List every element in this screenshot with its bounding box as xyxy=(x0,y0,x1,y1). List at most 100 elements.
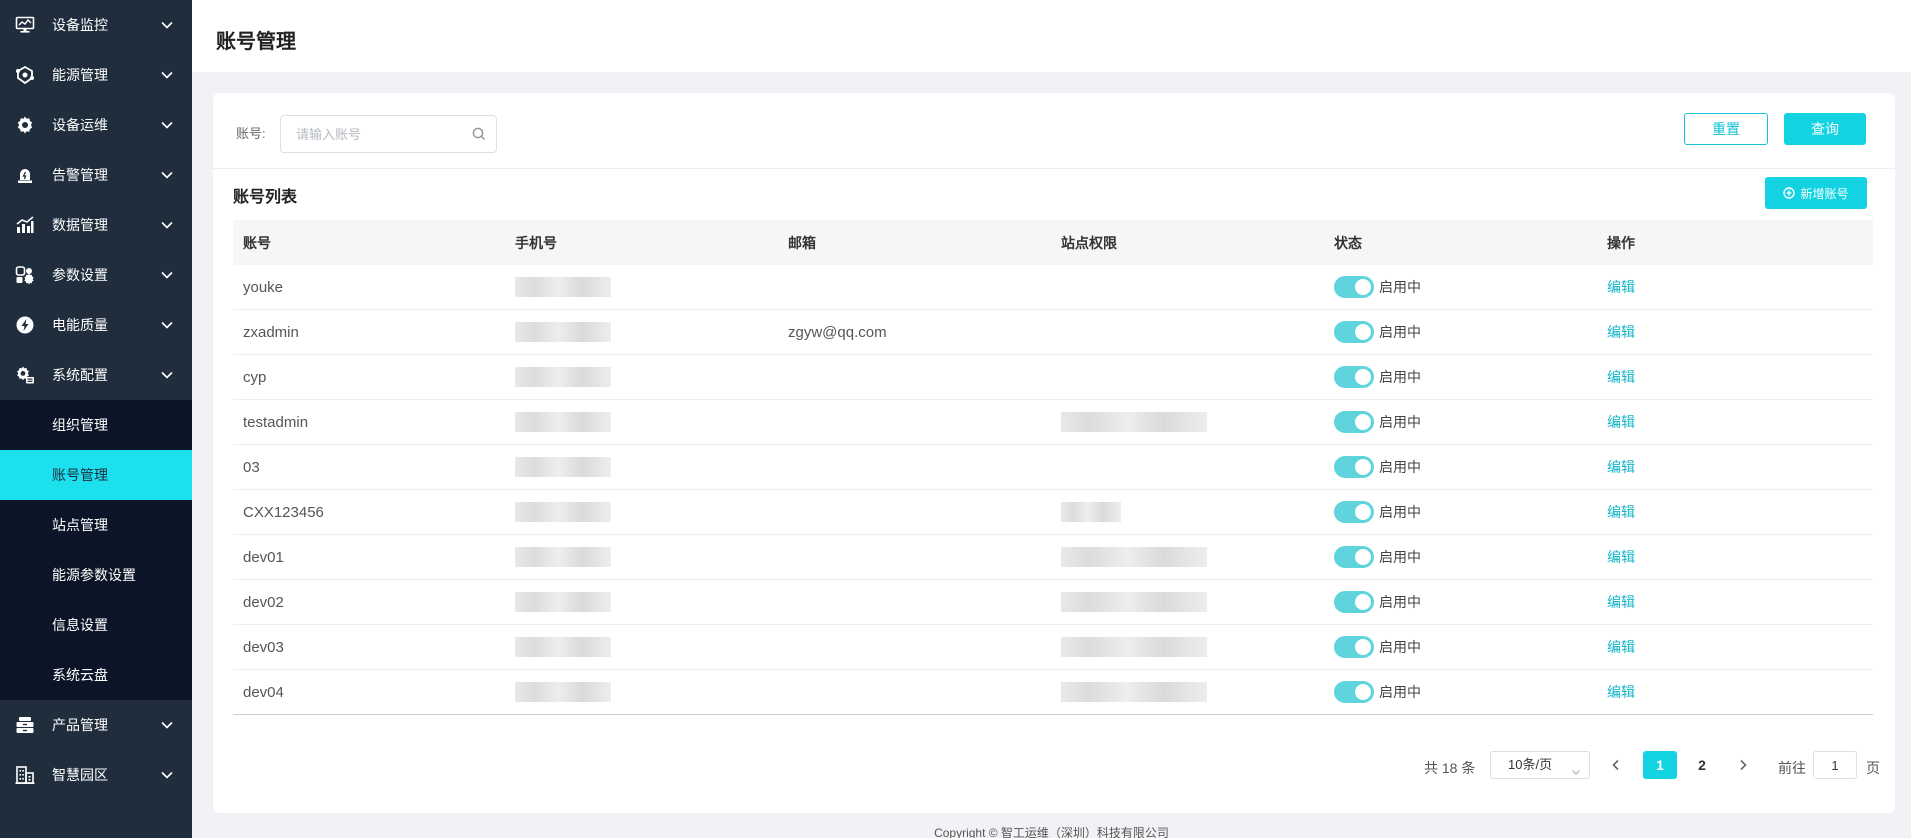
chevron-down-icon xyxy=(160,118,174,132)
edit-link[interactable]: 编辑 xyxy=(1607,369,1635,385)
toggle-knob xyxy=(1355,504,1371,520)
menu-item-energy-management[interactable]: 能源管理 xyxy=(0,50,192,100)
prev-page-button[interactable] xyxy=(1609,758,1623,772)
status-toggle[interactable] xyxy=(1334,276,1374,298)
toggle-knob xyxy=(1355,684,1371,700)
account-search-input[interactable] xyxy=(281,116,461,152)
menu-item-label: 设备监控 xyxy=(52,17,108,33)
system-config-icon xyxy=(14,364,36,386)
account-cell: dev02 xyxy=(243,593,284,611)
status-toggle[interactable] xyxy=(1334,456,1374,478)
submenu-item-site[interactable]: 站点管理 xyxy=(0,500,192,550)
menu-item-data-management[interactable]: 数据管理 xyxy=(0,200,192,250)
edit-link[interactable]: 编辑 xyxy=(1607,594,1635,610)
goto-label: 前往 xyxy=(1778,760,1806,776)
site-permission-cell xyxy=(1053,412,1326,432)
toggle-knob xyxy=(1355,279,1371,295)
page-size-select[interactable]: 10条/页 xyxy=(1490,751,1590,779)
submenu-item-cloud-disk[interactable]: 系统云盘 xyxy=(0,650,192,700)
reset-button[interactable]: 重置 xyxy=(1684,113,1768,145)
add-account-button[interactable]: 新增账号 xyxy=(1765,177,1867,209)
status-toggle[interactable] xyxy=(1334,321,1374,343)
account-cell: dev04 xyxy=(243,683,284,701)
edit-link[interactable]: 编辑 xyxy=(1607,324,1635,340)
status-cell: 启用中 xyxy=(1326,501,1599,523)
menu-item-label: 电能质量 xyxy=(52,317,108,333)
edit-link[interactable]: 编辑 xyxy=(1607,684,1635,700)
action-cell: 编辑 xyxy=(1599,412,1873,432)
table-row: dev04 启用中 编辑 xyxy=(233,670,1873,715)
chart-icon xyxy=(14,214,36,236)
edit-link[interactable]: 编辑 xyxy=(1607,639,1635,655)
status-cell: 启用中 xyxy=(1326,681,1599,703)
submenu-item-info-settings[interactable]: 信息设置 xyxy=(0,600,192,650)
submenu-item-organization[interactable]: 组织管理 xyxy=(0,400,192,450)
search-icon[interactable] xyxy=(472,127,486,141)
column-header-action: 操作 xyxy=(1607,234,1635,251)
edit-link[interactable]: 编辑 xyxy=(1607,414,1635,430)
table-header: 账号 手机号 邮箱 站点权限 状态 操作 xyxy=(233,220,1873,265)
energy-icon xyxy=(14,64,36,86)
status-toggle[interactable] xyxy=(1334,591,1374,613)
status-toggle[interactable] xyxy=(1334,411,1374,433)
status-text: 启用中 xyxy=(1379,594,1421,610)
site-permission-cell xyxy=(1053,682,1326,702)
chevron-down-icon xyxy=(160,318,174,332)
menu-item-alarm-management[interactable]: 告警管理 xyxy=(0,150,192,200)
menu-item-label: 产品管理 xyxy=(52,717,108,733)
phone-cell xyxy=(507,547,780,567)
action-cell: 编辑 xyxy=(1599,502,1873,522)
chevron-down-icon xyxy=(160,268,174,282)
monitor-icon xyxy=(14,14,36,36)
site-permission-cell xyxy=(1053,592,1326,612)
building-icon xyxy=(14,764,36,786)
chevron-down-icon xyxy=(160,768,174,782)
edit-link[interactable]: 编辑 xyxy=(1607,504,1635,520)
goto-page-input[interactable] xyxy=(1813,751,1857,779)
menu-item-parameter-settings[interactable]: 参数设置 xyxy=(0,250,192,300)
account-cell: zxadmin xyxy=(243,323,299,341)
account-filter-label: 账号: xyxy=(236,126,266,141)
account-search-box[interactable] xyxy=(280,115,497,153)
status-cell: 启用中 xyxy=(1326,366,1599,388)
edit-link[interactable]: 编辑 xyxy=(1607,459,1635,475)
status-toggle[interactable] xyxy=(1334,636,1374,658)
table-row: testadmin 启用中 编辑 xyxy=(233,400,1873,445)
page-button-2[interactable]: 2 xyxy=(1685,751,1719,779)
account-table: 账号 手机号 邮箱 站点权限 状态 操作 youke 启用中 编辑 zxadmin zg… xyxy=(233,220,1873,715)
status-text: 启用中 xyxy=(1379,684,1421,700)
menu-item-label: 系统配置 xyxy=(52,367,108,383)
menu-item-product-management[interactable]: 产品管理 xyxy=(0,700,192,750)
add-account-label: 新增账号 xyxy=(1800,186,1849,201)
menu-item-power-quality[interactable]: 电能质量 xyxy=(0,300,192,350)
alarm-icon xyxy=(14,164,36,186)
edit-link[interactable]: 编辑 xyxy=(1607,279,1635,295)
next-page-button[interactable] xyxy=(1736,758,1750,772)
submenu-item-energy-params[interactable]: 能源参数设置 xyxy=(0,550,192,600)
menu-item-device-maintenance[interactable]: 设备运维 xyxy=(0,100,192,150)
menu-item-device-monitor[interactable]: 设备监控 xyxy=(0,0,192,50)
chevron-down-icon xyxy=(160,368,174,382)
menu-item-smart-park[interactable]: 智慧园区 xyxy=(0,750,192,800)
column-header-site-permission: 站点权限 xyxy=(1061,234,1117,251)
status-toggle[interactable] xyxy=(1334,501,1374,523)
edit-link[interactable]: 编辑 xyxy=(1607,549,1635,565)
page-button-1[interactable]: 1 xyxy=(1643,751,1677,779)
status-cell: 启用中 xyxy=(1326,276,1599,298)
account-cell: dev01 xyxy=(243,548,284,566)
phone-redacted xyxy=(515,502,611,522)
status-toggle[interactable] xyxy=(1334,681,1374,703)
submenu-item-account[interactable]: 账号管理 xyxy=(0,450,192,500)
sidebar: 设备监控能源管理 设备运维 告警管理 数据管理 参数设置电能质量系统配置 组织管理 账号管… xyxy=(0,0,192,838)
action-cell: 编辑 xyxy=(1599,682,1873,702)
phone-cell xyxy=(507,457,780,477)
table-row: dev03 启用中 编辑 xyxy=(233,625,1873,670)
page-title: 账号管理 xyxy=(216,31,296,53)
phone-redacted xyxy=(515,682,611,702)
menu-item-system-config[interactable]: 系统配置 xyxy=(0,350,192,400)
status-toggle[interactable] xyxy=(1334,366,1374,388)
status-text: 启用中 xyxy=(1379,324,1421,340)
phone-cell xyxy=(507,637,780,657)
status-toggle[interactable] xyxy=(1334,546,1374,568)
query-button[interactable]: 查询 xyxy=(1784,113,1866,145)
